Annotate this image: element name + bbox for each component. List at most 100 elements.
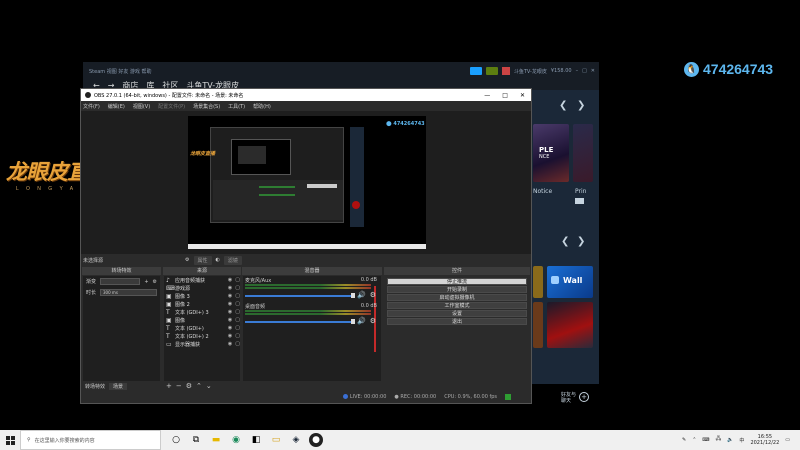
lock-icon[interactable]: ▢ [235, 293, 240, 299]
studio-mode-button[interactable]: 工作室模式 [387, 302, 527, 309]
speaker-icon[interactable]: 🔊 [357, 291, 366, 299]
pen-icon[interactable]: ✎ [682, 437, 686, 443]
duration-input[interactable]: 300 ms [100, 289, 157, 296]
close-icon[interactable]: ✕ [591, 68, 595, 74]
eye-icon[interactable]: ◉ [228, 301, 232, 307]
steam-broadcast-button[interactable] [469, 67, 482, 75]
steam-icon[interactable]: ◈ [289, 433, 303, 447]
network-icon[interactable]: 🖧 [716, 436, 722, 444]
transition-select[interactable] [100, 278, 141, 285]
eye-icon[interactable]: ◉ [228, 285, 232, 291]
stop-streaming-button[interactable]: 停止推流 [387, 278, 527, 285]
lock-icon[interactable]: ▢ [235, 277, 240, 283]
start-virtual-camera-button[interactable]: 启动虚拟摄像机 [387, 294, 527, 301]
remove-icon[interactable]: − [176, 382, 182, 390]
chevron-up-icon[interactable]: ⌃ [692, 437, 696, 443]
eye-icon[interactable]: ◉ [228, 317, 232, 323]
tab-transitions[interactable]: 转场特效 [85, 383, 105, 390]
store-icon[interactable]: ◧ [249, 433, 263, 447]
edge-icon[interactable]: ◉ [229, 433, 243, 447]
gear-icon[interactable]: ⚙ [370, 291, 376, 299]
gear-icon[interactable]: ⚙ [370, 317, 376, 325]
menu-view[interactable]: 视图(V) [133, 103, 150, 110]
friends-chat-label[interactable]: 好友与 聊天 [561, 392, 576, 404]
game-card[interactable] [533, 266, 543, 298]
lock-icon[interactable]: ▢ [235, 333, 240, 339]
tab-scenes[interactable]: 场景 [109, 382, 128, 390]
chevron-right-icon[interactable]: ❯ [577, 236, 585, 247]
source-item[interactable]: T 文本 (GDI+) 2 ◉ ▢ [164, 332, 240, 340]
lock-icon[interactable]: ▢ [235, 325, 240, 331]
keyboard-icon[interactable]: ⌨ [702, 437, 709, 443]
lock-icon[interactable]: ▢ [235, 285, 240, 291]
filter-icon[interactable]: ◐ [216, 257, 220, 263]
eye-icon[interactable]: ◉ [228, 277, 232, 283]
gear-icon[interactable]: ⚙ [153, 279, 157, 285]
start-recording-button[interactable]: 开始录制 [387, 286, 527, 293]
move-down-icon[interactable]: ⌄ [206, 382, 212, 390]
eye-icon[interactable]: ◉ [228, 309, 232, 315]
minimize-icon[interactable]: — [484, 92, 490, 99]
lock-icon[interactable]: ▢ [235, 309, 240, 315]
avatar[interactable] [501, 67, 510, 75]
chevron-left-icon[interactable]: ❮ [561, 236, 569, 247]
source-item[interactable]: T 文本 (GDI+) ◉ ▢ [164, 324, 240, 332]
source-item[interactable]: ♪ 应用音频捕获 ◉ ▢ [164, 276, 240, 284]
gear-icon[interactable]: ⚙ [186, 382, 192, 390]
lock-icon[interactable]: ▢ [235, 317, 240, 323]
source-item[interactable]: ▣ 图像 2 ◉ ▢ [164, 300, 240, 308]
minimize-icon[interactable]: – [576, 68, 579, 74]
eye-icon[interactable]: ◉ [228, 341, 232, 347]
menu-scene-collection[interactable]: 场景集合(S) [193, 103, 220, 110]
menu-tools[interactable]: 工具(T) [228, 103, 245, 110]
taskbar-clock[interactable]: 16:55 2021/12/22 [750, 434, 779, 446]
steam-menu[interactable]: Steam 视图 好友 游戏 帮助 [89, 68, 152, 75]
source-item[interactable]: ⌨ 游戏源 ◉ ▢ [164, 284, 240, 292]
steam-username[interactable]: 斗鱼TV-龙眼皮 [514, 68, 547, 75]
source-item[interactable]: ▣ 图像 ◉ ▢ [164, 316, 240, 324]
add-icon[interactable]: + [144, 279, 148, 285]
file-explorer-icon[interactable]: ▬ [209, 433, 223, 447]
volume-slider[interactable] [245, 295, 355, 297]
maximize-icon[interactable]: □ [582, 68, 587, 74]
eye-icon[interactable]: ◉ [228, 325, 232, 331]
menu-edit[interactable]: 编辑(E) [108, 103, 125, 110]
exit-button[interactable]: 退出 [387, 318, 527, 325]
volume-handle[interactable] [351, 293, 355, 298]
volume-icon[interactable]: 🔈 [727, 437, 733, 443]
settings-button[interactable]: 设置 [387, 310, 527, 317]
close-icon[interactable]: ✕ [520, 92, 525, 99]
chevron-right-icon[interactable]: ❯ [577, 100, 585, 111]
menu-help[interactable]: 帮助(H) [253, 103, 271, 110]
add-icon[interactable]: + [166, 382, 172, 390]
add-friend-icon[interactable]: + [579, 392, 589, 402]
obs-icon[interactable]: ● [309, 433, 323, 447]
source-item[interactable]: ▣ 图像 3 ◉ ▢ [164, 292, 240, 300]
input-method-icon[interactable]: 中 [739, 437, 744, 444]
folder-icon[interactable]: ▭ [269, 433, 283, 447]
filters-button[interactable]: 滤镜 [223, 255, 242, 265]
gear-icon[interactable]: ⚙ [185, 257, 189, 263]
volume-slider[interactable] [245, 321, 355, 323]
game-card[interactable] [533, 302, 543, 348]
lock-icon[interactable]: ▢ [235, 301, 240, 307]
speaker-icon[interactable]: 🔊 [357, 317, 366, 325]
menu-profile[interactable]: 配置文件(P) [158, 103, 185, 110]
wallpaper-engine-card[interactable]: Wall [547, 266, 593, 298]
game-card[interactable] [573, 124, 593, 182]
task-view-icon[interactable]: ⧉ [189, 433, 203, 447]
move-up-icon[interactable]: ⌃ [196, 382, 202, 390]
source-item[interactable]: ▭ 显示器捕获 ◉ ▢ [164, 340, 240, 348]
eye-icon[interactable]: ◉ [228, 333, 232, 339]
notifications-icon[interactable]: ▭ [785, 437, 790, 443]
maximize-icon[interactable]: □ [502, 92, 508, 99]
taskbar-search[interactable]: ⚲ 在这里输入你要搜索的内容 [20, 430, 161, 450]
properties-button[interactable]: 属性 [193, 255, 212, 265]
eye-icon[interactable]: ◉ [228, 293, 232, 299]
game-card[interactable]: PLE NCE [533, 124, 569, 182]
chevron-left-icon[interactable]: ❮ [559, 100, 567, 111]
start-button[interactable] [0, 430, 20, 450]
volume-handle[interactable] [351, 319, 355, 324]
racing-game-card[interactable] [547, 302, 593, 348]
steam-notification-button[interactable] [485, 67, 498, 75]
